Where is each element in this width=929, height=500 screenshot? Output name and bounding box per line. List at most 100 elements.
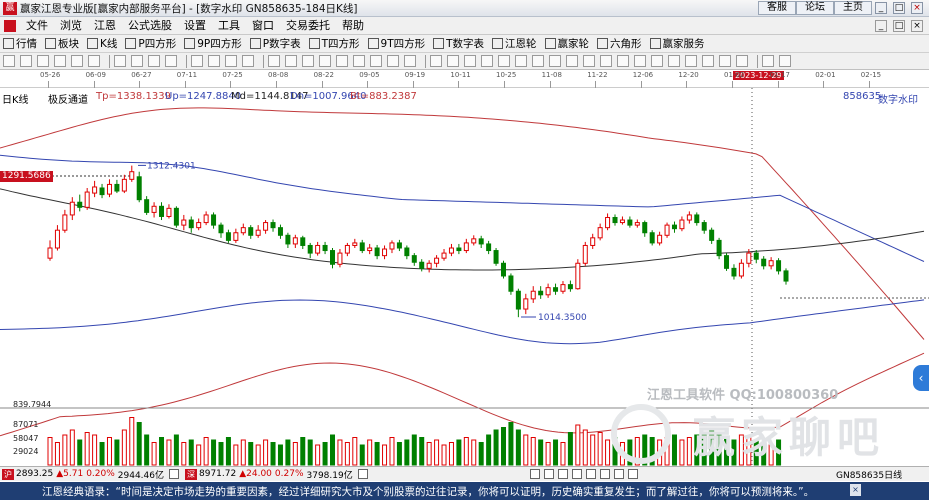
volume-bar	[538, 439, 544, 466]
draw-icon[interactable]	[685, 55, 697, 67]
eye-icon[interactable]	[114, 55, 126, 67]
status-box-icon[interactable]	[613, 469, 624, 479]
date-tick-label: 10-11	[450, 71, 471, 79]
status-box-icon[interactable]	[627, 469, 638, 479]
link-service[interactable]: 客服	[758, 1, 796, 15]
chevron-icon[interactable]	[88, 55, 100, 67]
status-box-icon[interactable]	[169, 469, 179, 479]
pin-icon[interactable]	[319, 55, 331, 67]
save-icon[interactable]	[131, 55, 143, 67]
candle-body	[761, 258, 767, 267]
candle-body	[627, 219, 633, 226]
menu-gann[interactable]: 江恩	[88, 17, 122, 35]
date-tick-mark	[458, 81, 460, 88]
pin-icon[interactable]	[268, 55, 280, 67]
doc-menu-icon[interactable]	[4, 19, 16, 32]
close-button[interactable]: ×	[911, 2, 923, 14]
status-box-icon[interactable]	[585, 469, 596, 479]
pointer-icon[interactable]	[20, 55, 32, 67]
pin-icon[interactable]	[353, 55, 365, 67]
draw-icon[interactable]	[464, 55, 476, 67]
pin-icon[interactable]	[302, 55, 314, 67]
date-tick-label: 02-15	[860, 71, 882, 79]
toolbar-button-1[interactable]: 板块	[42, 36, 84, 51]
menu-browse[interactable]: 浏览	[54, 17, 88, 35]
volume-bar	[382, 444, 388, 466]
draw-icon[interactable]	[736, 55, 748, 67]
draw-icon[interactable]	[447, 55, 459, 67]
pin-icon[interactable]	[336, 55, 348, 67]
maximize-button[interactable]: □	[893, 2, 905, 14]
draw-icon[interactable]	[668, 55, 680, 67]
draw-icon[interactable]	[532, 55, 544, 67]
draw-icon[interactable]	[702, 55, 714, 67]
draw-icon[interactable]	[583, 55, 595, 67]
last-icon[interactable]	[242, 55, 254, 67]
draw-icon[interactable]	[549, 55, 561, 67]
child-close-button[interactable]: ×	[911, 20, 923, 32]
zero-icon[interactable]	[71, 55, 83, 67]
toolbar-button-7[interactable]: 9T四方形	[365, 36, 431, 51]
view-icon[interactable]	[3, 55, 15, 67]
status-box-icon[interactable]	[357, 469, 368, 479]
candle-body	[694, 214, 700, 224]
sz-index-icon[interactable]: 深	[185, 468, 197, 480]
menu-tools[interactable]: 工具	[212, 17, 246, 35]
menu-settings[interactable]: 设置	[178, 17, 212, 35]
draw-icon[interactable]	[617, 55, 629, 67]
toolbar-button-11[interactable]: 六角形	[594, 36, 647, 51]
next-icon[interactable]	[225, 55, 237, 67]
cross-icon[interactable]	[54, 55, 66, 67]
menu-formula-screen[interactable]: 公式选股	[122, 17, 178, 35]
quote-close-button[interactable]: ×	[850, 484, 861, 496]
menu-window[interactable]: 窗口	[246, 17, 280, 35]
link-icon[interactable]	[779, 55, 791, 67]
toolbar-button-8[interactable]: T数字表	[430, 36, 489, 51]
link-home[interactable]: 主页	[834, 1, 872, 15]
candle-body	[84, 191, 90, 208]
draw-icon[interactable]	[515, 55, 527, 67]
lock-icon[interactable]	[148, 55, 160, 67]
draw-icon[interactable]	[498, 55, 510, 67]
draw-icon[interactable]	[634, 55, 646, 67]
prev-icon[interactable]	[208, 55, 220, 67]
menu-file[interactable]: 文件	[20, 17, 54, 35]
status-box-icon[interactable]	[571, 469, 582, 479]
record-icon[interactable]	[762, 55, 774, 67]
draw-icon[interactable]	[600, 55, 612, 67]
key-icon[interactable]	[165, 55, 177, 67]
hand-icon[interactable]	[37, 55, 49, 67]
hand-icon[interactable]	[430, 55, 442, 67]
status-box-icon[interactable]	[529, 469, 540, 479]
child-minimize-button[interactable]: _	[875, 20, 887, 32]
child-restore-button[interactable]: □	[893, 20, 905, 32]
draw-icon[interactable]	[719, 55, 731, 67]
pin-icon[interactable]	[404, 55, 416, 67]
draw-icon[interactable]	[651, 55, 663, 67]
toolbar-button-12[interactable]: 赢家服务	[647, 36, 710, 51]
scroll-left-button[interactable]: ‹	[913, 365, 929, 391]
toolbar-button-4[interactable]: 9P四方形	[181, 36, 247, 51]
toolbar-button-10[interactable]: 赢家轮	[542, 36, 595, 51]
menu-help[interactable]: 帮助	[336, 17, 370, 35]
status-box-icon[interactable]	[543, 469, 554, 479]
draw-icon[interactable]	[481, 55, 493, 67]
minimize-button[interactable]: _	[875, 2, 887, 14]
status-box-icon[interactable]	[557, 469, 568, 479]
sh-index-icon[interactable]: 沪	[2, 468, 14, 480]
first-icon[interactable]	[191, 55, 203, 67]
link-forum[interactable]: 论坛	[796, 1, 834, 15]
toolbar-button-9[interactable]: 江恩轮	[489, 36, 542, 51]
status-box-icon[interactable]	[599, 469, 610, 479]
toolbar-button-6[interactable]: T四方形	[306, 36, 365, 51]
toolbar-button-5[interactable]: P数字表	[247, 36, 306, 51]
pin-icon[interactable]	[387, 55, 399, 67]
candle-body	[151, 205, 157, 213]
draw-icon[interactable]	[566, 55, 578, 67]
toolbar-button-2[interactable]: K线	[84, 36, 122, 51]
toolbar-button-0[interactable]: 行情	[0, 36, 42, 51]
pin-icon[interactable]	[370, 55, 382, 67]
pin-icon[interactable]	[285, 55, 297, 67]
toolbar-button-3[interactable]: P四方形	[122, 36, 181, 51]
menu-trade[interactable]: 交易委托	[280, 17, 336, 35]
